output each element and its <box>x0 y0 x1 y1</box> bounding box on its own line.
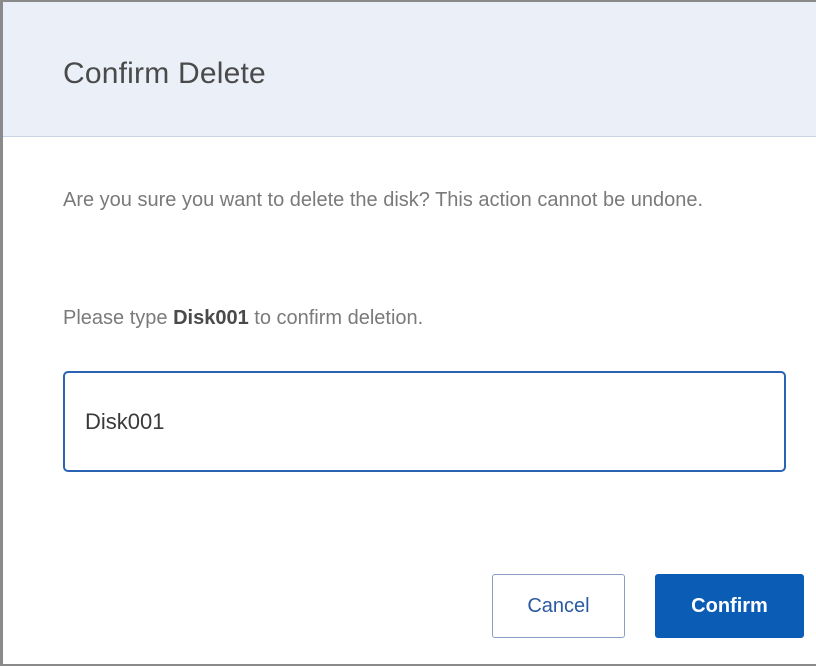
warning-message: Are you sure you want to delete the disk… <box>63 189 704 211</box>
confirm-instruction: Please type Disk001 to confirm deletion. <box>63 298 423 338</box>
instruction-suffix: to confirm deletion. <box>248 307 424 329</box>
instruction-prefix: Please type <box>63 307 174 329</box>
dialog-title: Confirm Delete <box>63 57 266 90</box>
disk-name: Disk001 <box>173 307 249 329</box>
confirm-delete-dialog: Confirm Delete Are you sure you want to … <box>0 0 816 666</box>
cancel-button[interactable]: Cancel <box>492 574 625 638</box>
confirm-name-input[interactable] <box>63 371 786 472</box>
confirm-button[interactable]: Confirm <box>655 574 804 638</box>
dialog-header: Confirm Delete <box>3 2 816 137</box>
